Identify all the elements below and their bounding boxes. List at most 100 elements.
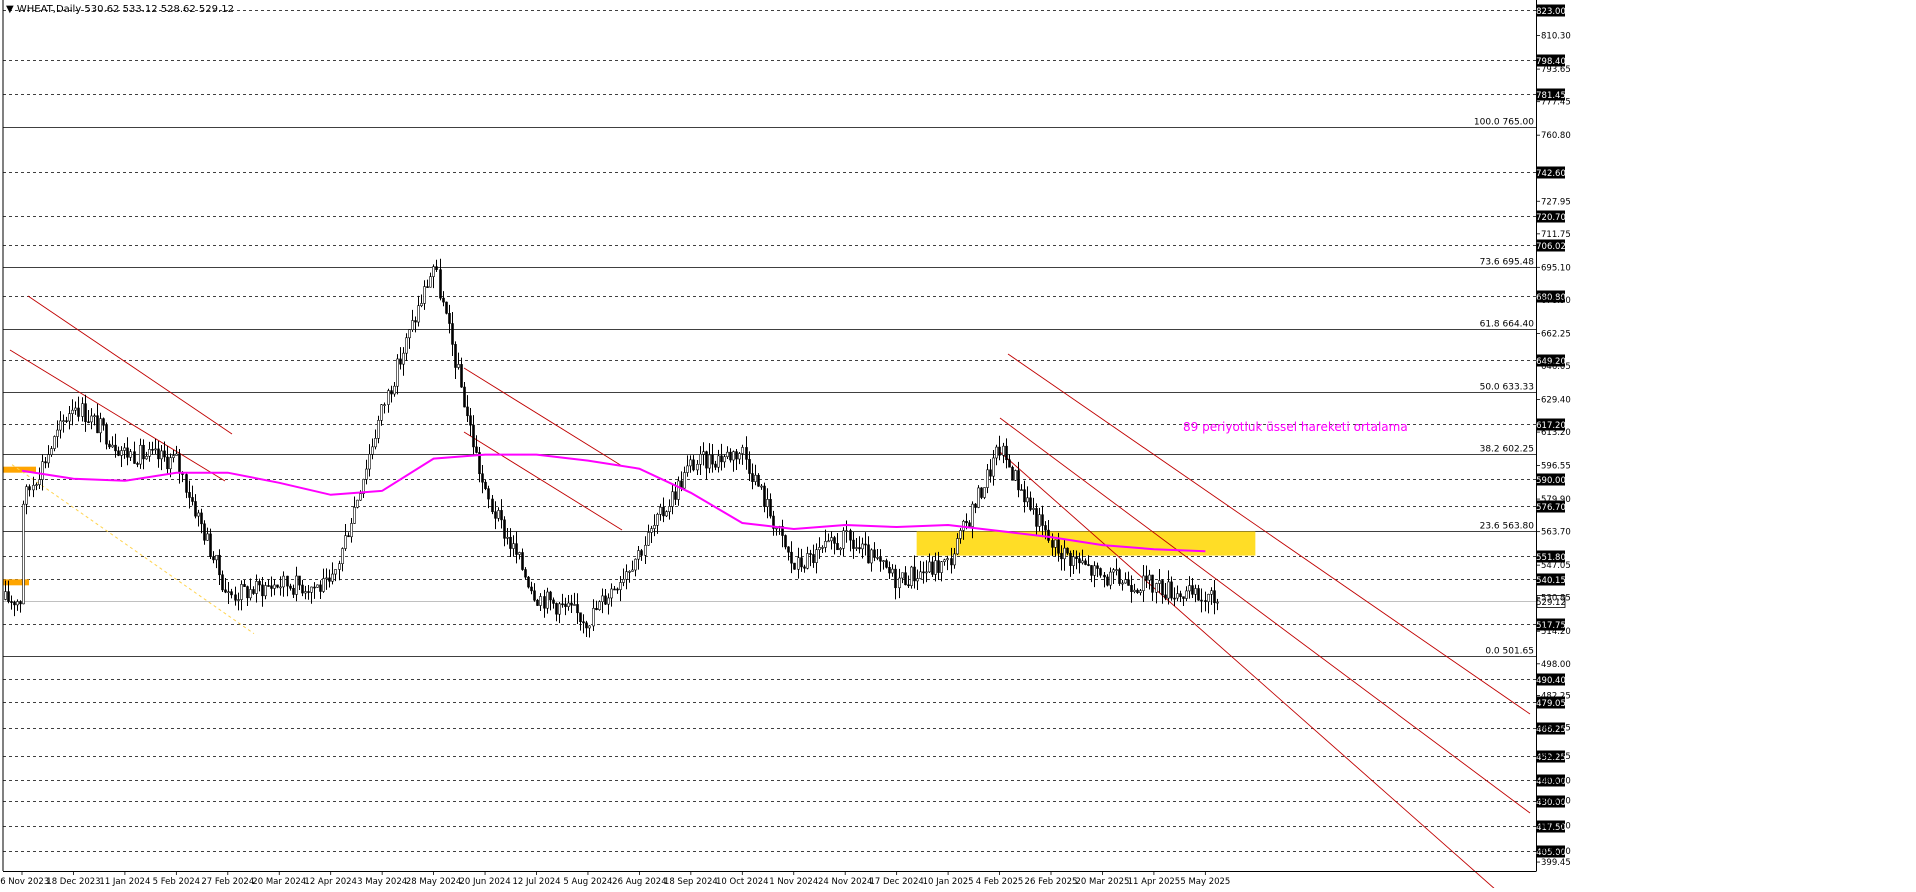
- y-tick-label: 579.90: [1541, 495, 1571, 505]
- candle-body: [1173, 597, 1176, 600]
- candle-body: [1096, 565, 1099, 569]
- x-tick-label: 17 Dec 2024: [869, 877, 923, 887]
- candle-body: [757, 474, 760, 487]
- candle-body: [879, 557, 882, 562]
- candle-body: [1069, 552, 1072, 566]
- candle-body: [120, 450, 123, 456]
- candle-body: [178, 453, 181, 473]
- candle-body: [148, 449, 151, 457]
- candle-body: [1112, 569, 1115, 573]
- candle-body: [509, 536, 512, 549]
- candle-body: [558, 603, 561, 615]
- x-tick-label: 10 Oct 2024: [716, 877, 769, 887]
- candle-body: [28, 486, 31, 491]
- candle-body: [356, 499, 359, 508]
- candle-body: [289, 585, 292, 589]
- x-tick-label: 18 Dec 2023: [46, 877, 100, 887]
- candle-body: [582, 621, 585, 624]
- y-tick-label: 514.20: [1541, 627, 1571, 637]
- candle-body: [1029, 497, 1032, 510]
- candle-body: [19, 601, 22, 605]
- candle-body: [745, 447, 748, 460]
- candle-body: [864, 543, 867, 546]
- candle-body: [533, 590, 536, 601]
- x-tick-label: 3 May 2024: [357, 877, 407, 887]
- candle-body: [1118, 569, 1121, 584]
- candle-body: [252, 589, 255, 594]
- candle-body: [622, 578, 625, 583]
- candle-body: [1017, 470, 1020, 491]
- fib-label: 73.6 695.48: [1480, 258, 1535, 268]
- candle-body: [787, 546, 790, 553]
- candle-body: [497, 510, 500, 519]
- y-tick-label: 810.30: [1541, 32, 1571, 42]
- candle-body: [797, 557, 800, 570]
- candle-body: [901, 572, 904, 579]
- candle-body: [1164, 594, 1167, 599]
- y-tick-label: 760.80: [1541, 131, 1571, 141]
- candle-body: [741, 447, 744, 454]
- candle-body: [206, 533, 209, 541]
- candle-body: [169, 457, 172, 470]
- candle-body: [610, 588, 613, 599]
- candle-body: [1210, 590, 1213, 595]
- candle-body: [387, 390, 390, 405]
- candle-body: [331, 573, 334, 582]
- candle-body: [396, 358, 399, 387]
- candle-body: [827, 540, 830, 543]
- candle-body: [487, 488, 490, 500]
- candle-body: [234, 594, 237, 601]
- y-tick-label: 430.00: [1541, 797, 1571, 807]
- candle-body: [1161, 580, 1164, 596]
- candle-body: [328, 577, 331, 582]
- candle-body: [136, 463, 139, 465]
- candle-body: [1124, 579, 1127, 584]
- candle-body: [689, 459, 692, 467]
- candle-body: [325, 577, 328, 580]
- chart-container[interactable]: 100.0 765.00 73.6 695.48 61.8 664.40 50.0 6…: [0, 0, 1916, 892]
- candle-body: [625, 571, 628, 580]
- candle-body: [619, 582, 622, 590]
- candle-body: [1109, 571, 1112, 586]
- candle-body: [258, 581, 261, 586]
- candle-body: [640, 550, 643, 556]
- x-tick-label: 11 Jan 2024: [99, 877, 150, 887]
- candle-body: [282, 575, 285, 588]
- candle-body: [769, 499, 772, 517]
- candle-body: [919, 571, 922, 579]
- candle-body: [84, 403, 87, 423]
- candle-body: [129, 451, 132, 458]
- candle-body: [1035, 508, 1038, 527]
- candle-body: [1032, 508, 1035, 510]
- candle-body: [1188, 585, 1191, 592]
- price-chart[interactable]: 100.0 765.00 73.6 695.48 61.8 664.40 50.0 6…: [0, 0, 1916, 892]
- candle-body: [1115, 569, 1118, 571]
- y-tick-label: 466.25: [1541, 724, 1571, 734]
- candle-body: [928, 561, 931, 573]
- candle-body: [126, 447, 129, 458]
- candle-body: [359, 493, 362, 501]
- candle-body: [1060, 552, 1063, 560]
- candle-body: [950, 558, 953, 566]
- candle-body: [812, 554, 815, 563]
- candle-body: [852, 539, 855, 549]
- candle-body: [377, 420, 380, 439]
- candle-body: [809, 553, 812, 555]
- y-tick-label: 777.45: [1541, 98, 1571, 108]
- candle-body: [891, 568, 894, 574]
- candle-body: [1176, 593, 1179, 599]
- candle-body: [729, 451, 732, 461]
- candle-body: [530, 586, 533, 592]
- y-tick-label: 399.45: [1541, 858, 1571, 868]
- candle-body: [732, 451, 735, 461]
- x-tick-label: 4 Feb 2025: [976, 877, 1024, 887]
- y-tick-label: 452.25: [1541, 752, 1571, 762]
- candle-body: [894, 568, 897, 589]
- candle-body: [426, 286, 429, 288]
- candle-body: [1093, 565, 1096, 576]
- candle-body: [527, 576, 530, 588]
- y-tick-label: 482.25: [1541, 691, 1571, 701]
- candle-body: [668, 506, 671, 513]
- candle-body: [261, 584, 264, 597]
- level-label: 490.40: [1536, 676, 1566, 686]
